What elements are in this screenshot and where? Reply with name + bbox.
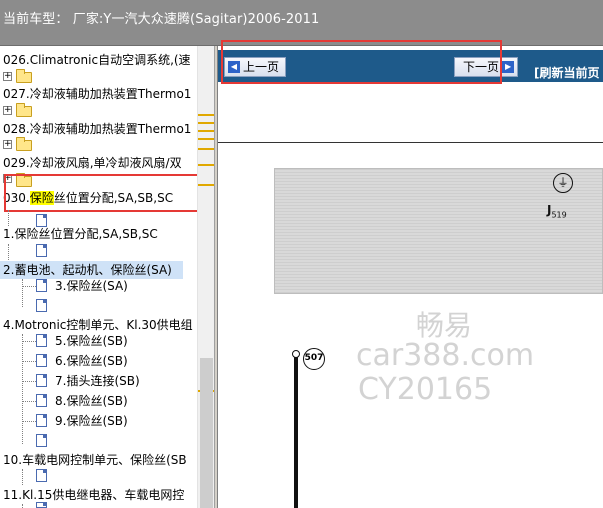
folder-icon[interactable]: [16, 137, 32, 151]
tree-connector: [22, 286, 36, 287]
tree-item-9[interactable]: 9.保险丝(SB): [55, 412, 128, 430]
folder-icon[interactable]: [16, 69, 32, 83]
scroll-marker: [198, 164, 214, 166]
document-icon[interactable]: [36, 299, 47, 312]
scroll-marker: [198, 184, 214, 186]
diagram-rule: [218, 142, 603, 143]
current-model-title: 当前车型： 厂家:Y一汽大众速腾(Sagitar)2006-2011: [3, 12, 320, 27]
tree-connector: [22, 334, 23, 444]
document-icon[interactable]: [36, 469, 47, 482]
tree-connector: [22, 401, 36, 402]
circuit-wire: [294, 354, 298, 508]
tree-item-028[interactable]: 028.冷却液辅助加热装置Thermo1: [3, 120, 191, 138]
scroll-marker: [198, 122, 214, 124]
tree-connector: [8, 210, 9, 226]
tree-item-1[interactable]: 1.保险丝位置分配,SA,SB,SC: [3, 225, 158, 243]
document-icon[interactable]: [36, 414, 47, 427]
tree-item-3[interactable]: 3.保险丝(SA): [55, 277, 128, 295]
tree-item-label: 7.插头连接(SB): [55, 374, 140, 388]
tree-item-10[interactable]: 10.车载电网控制单元、保险丝(SB: [3, 451, 187, 469]
component-label: J519: [547, 203, 567, 219]
watermark-code: CY20165: [358, 372, 493, 407]
document-icon[interactable]: [36, 394, 47, 407]
tree-connector: [22, 279, 23, 307]
component-number: 519: [551, 210, 567, 220]
wire-terminal: [292, 350, 300, 358]
tree-item-label: 026.Climatronic自动空调系统,(速: [3, 53, 191, 67]
scrollbar-thumb[interactable]: [200, 358, 213, 508]
tree-item-label: 5.保险丝(SB): [55, 334, 128, 348]
tree-item-label: 027.冷却液辅助加热装置Thermo1: [3, 87, 192, 101]
tree-item-label: 9.保险丝(SB): [55, 414, 128, 428]
scroll-marker: [198, 114, 214, 116]
document-icon[interactable]: [36, 244, 47, 257]
tree-item-5[interactable]: 5.保险丝(SB): [55, 332, 128, 350]
folder-icon[interactable]: [16, 103, 32, 117]
scroll-marker: [198, 138, 214, 140]
right-arrow-icon: ▶: [502, 61, 515, 73]
tree-connector: [22, 421, 36, 422]
tree-item-label: 1.保险丝位置分配,SA,SB,SC: [3, 227, 158, 241]
document-icon[interactable]: [36, 334, 47, 347]
annotation-red-box: [221, 40, 502, 84]
tree-scrollbar[interactable]: [197, 46, 214, 508]
tree-item-label: 10.车载电网控制单元、保险丝(SB: [3, 453, 187, 467]
document-icon[interactable]: [36, 434, 47, 447]
document-icon[interactable]: [36, 354, 47, 367]
tree-panel[interactable]: 026.Climatronic自动空调系统,(速 + 027.冷却液辅助加热装置…: [0, 46, 214, 508]
tree-item-label: 028.冷却液辅助加热装置Thermo1: [3, 122, 192, 136]
scroll-marker: [198, 148, 214, 150]
tree-connector: [22, 361, 36, 362]
tree-connector: [22, 469, 23, 485]
tree-item-6[interactable]: 6.保险丝(SB): [55, 352, 128, 370]
expand-icon[interactable]: +: [3, 106, 12, 115]
tree-connector: [22, 341, 36, 342]
tree-item-027[interactable]: 027.冷却液辅助加热装置Thermo1: [3, 85, 191, 103]
tree-item-label: 4.Motronic控制单元、Kl.30供电组: [3, 318, 193, 332]
annotation-red-box: [4, 174, 207, 212]
tree-connector: [22, 381, 36, 382]
tree-item-label: 2.蓄电池、起动机、保险丝(SA): [3, 263, 172, 277]
node-label-507: 507: [303, 348, 325, 370]
watermark-url: car388.com: [356, 338, 535, 373]
ground-symbol-icon: ⏚: [553, 173, 573, 193]
tree-item-8[interactable]: 8.保险丝(SB): [55, 392, 128, 410]
document-icon[interactable]: [36, 374, 47, 387]
scroll-marker: [198, 130, 214, 132]
tree-item-label: 6.保险丝(SB): [55, 354, 128, 368]
tree-connector: [22, 504, 23, 508]
tree-item-label: 3.保险丝(SA): [55, 279, 128, 293]
component-box: ⏚ J519: [274, 168, 603, 294]
tree-item-11[interactable]: 11.Kl.15供电继电器、车载电网控: [3, 486, 184, 504]
tree-item-029[interactable]: 029.冷却液风扇,单冷却液风扇/双: [3, 154, 182, 172]
tree-item-026[interactable]: 026.Climatronic自动空调系统,(速: [3, 51, 191, 69]
tree-item-label: 11.Kl.15供电继电器、车载电网控: [3, 488, 185, 502]
document-icon[interactable]: [36, 279, 47, 292]
tree-item-7[interactable]: 7.插头连接(SB): [55, 372, 140, 390]
content-panel: ◀ 上一页 下一页 ▶ [刷新当前页 ⏚ J519 507 畅易 car388.…: [218, 40, 603, 508]
tree-item-label: 029.冷却液风扇,单冷却液风扇/双: [3, 156, 182, 170]
refresh-page-link[interactable]: [刷新当前页: [534, 64, 600, 81]
expand-icon[interactable]: +: [3, 140, 12, 149]
expand-icon[interactable]: +: [3, 72, 12, 81]
tree-item-label: 8.保险丝(SB): [55, 394, 128, 408]
document-icon[interactable]: [36, 502, 47, 508]
